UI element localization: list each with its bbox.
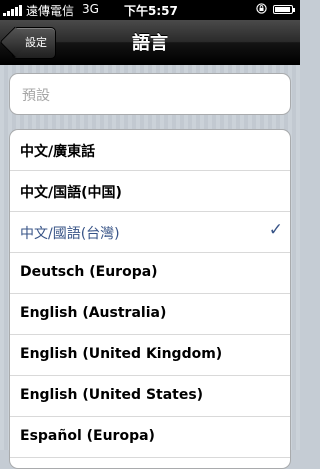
language-item-cantonese[interactable]: 中文/廣東話 <box>10 130 290 171</box>
page-title: 語言 <box>132 33 168 54</box>
language-label: 中文/廣東話 <box>20 144 96 160</box>
network-type: 3G <box>82 2 99 16</box>
language-label: Español (Europa) <box>20 428 155 444</box>
language-item-english-australia[interactable]: English (Australia) <box>10 294 290 335</box>
language-label: English (Australia) <box>20 305 167 321</box>
language-list: 中文/廣東話 中文/国語(中国) 中文/國語(台灣) ✓ Deutsch (Eu… <box>9 129 291 469</box>
checkmark-icon: ✓ <box>268 220 283 240</box>
language-item-mandarin-china[interactable]: 中文/国語(中国) <box>10 171 290 212</box>
language-item-english-us[interactable]: English (United States) <box>10 376 290 417</box>
default-language-row[interactable]: 預設 <box>9 73 291 115</box>
language-label: English (United States) <box>20 387 204 403</box>
language-item-mandarin-taiwan[interactable]: 中文/國語(台灣) ✓ <box>10 212 290 253</box>
language-item-deutsch[interactable]: Deutsch (Europa) <box>10 253 290 294</box>
language-item-espanol[interactable]: Español (Europa) <box>10 417 290 458</box>
battery-fill <box>275 7 291 12</box>
language-label: 中文/国語(中国) <box>20 185 122 201</box>
status-bar: 遠傳電信 3G 下午5:57 <box>0 0 300 20</box>
rotation-lock-icon <box>256 3 267 14</box>
language-item-english-uk[interactable]: English (United Kingdom) <box>10 335 290 376</box>
default-language-label: 預設 <box>22 88 50 104</box>
battery-icon <box>273 5 295 14</box>
language-label: 中文/國語(台灣) <box>20 226 120 242</box>
language-label: Deutsch (Europa) <box>20 264 158 280</box>
language-label: English (United Kingdom) <box>20 346 223 362</box>
status-time: 下午5:57 <box>124 4 178 18</box>
carrier-name: 遠傳電信 <box>26 4 75 18</box>
